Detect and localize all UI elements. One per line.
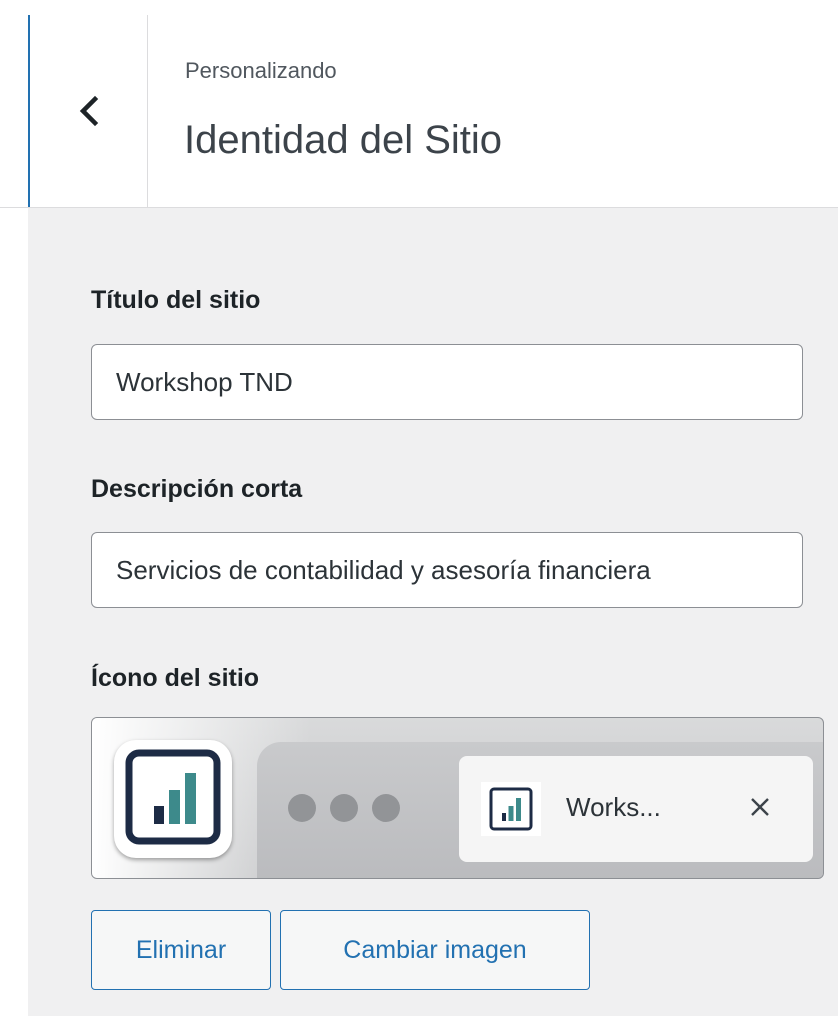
bar-chart-icon (124, 748, 222, 851)
window-dot (330, 794, 358, 822)
section-content (28, 208, 838, 1016)
section-header: Personalizando Identidad del Sitio (0, 0, 838, 208)
favicon-icon (481, 782, 541, 836)
remove-icon-button[interactable]: Eliminar (91, 910, 271, 990)
change-image-button[interactable]: Cambiar imagen (280, 910, 590, 990)
back-button[interactable] (30, 15, 148, 207)
app-icon-preview (114, 740, 232, 858)
site-title-label: Título del sitio (91, 286, 261, 314)
close-icon (740, 787, 780, 827)
window-dot (372, 794, 400, 822)
tagline-label: Descripción corta (91, 475, 303, 503)
window-controls (288, 794, 400, 822)
site-title-input[interactable] (91, 344, 803, 420)
tab-title: Works... (566, 792, 661, 822)
header-subtitle: Personalizando (185, 58, 337, 83)
page-title: Identidad del Sitio (184, 118, 503, 162)
tagline-input[interactable] (91, 532, 803, 608)
site-icon-preview: Works... (91, 717, 824, 879)
browser-tab-preview: Works... (459, 756, 813, 862)
customizer-panel: Personalizando Identidad del Sitio Títul… (0, 0, 838, 1016)
window-dot (288, 794, 316, 822)
site-icon-label: Ícono del sitio (91, 664, 260, 692)
chevron-left-icon (78, 95, 100, 127)
